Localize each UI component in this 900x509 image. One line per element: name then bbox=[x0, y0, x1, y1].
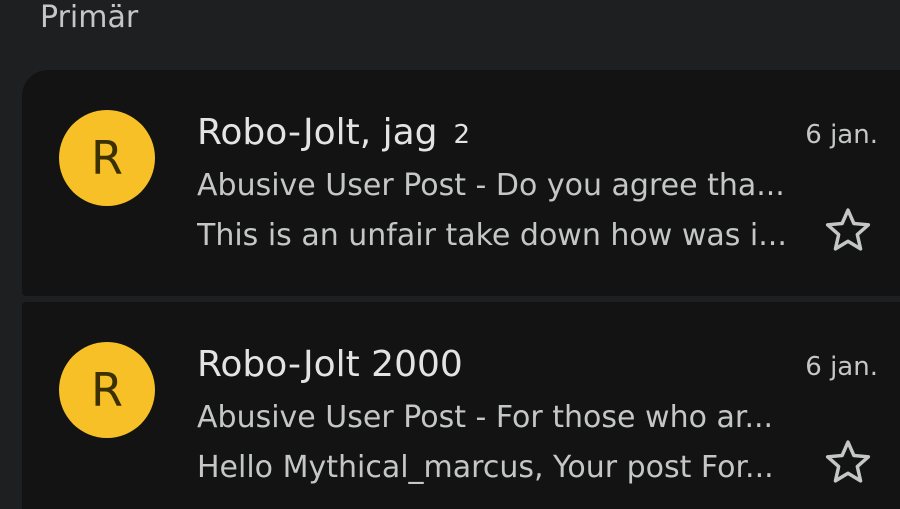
star-icon[interactable] bbox=[822, 436, 874, 488]
sender-avatar[interactable]: R bbox=[59, 110, 155, 206]
sender-line: Robo-Jolt, jag 2 bbox=[197, 110, 470, 156]
email-date: 6 jan. bbox=[805, 352, 878, 382]
sender-name: Robo-Jolt 2000 bbox=[197, 344, 463, 385]
inbox-screen: Primär R Robo-Jolt, jag 2 6 jan. Abusive … bbox=[0, 0, 900, 509]
star-outline-icon bbox=[825, 440, 871, 483]
sender-line: Robo-Jolt 2000 bbox=[197, 342, 463, 388]
email-date: 6 jan. bbox=[805, 120, 878, 150]
star-outline-icon bbox=[825, 208, 871, 251]
email-snippet: Hello Mythical_marcus, Your post For... bbox=[197, 450, 774, 485]
sender-name: Robo-Jolt, jag bbox=[197, 112, 438, 153]
sender-avatar[interactable]: R bbox=[59, 342, 155, 438]
section-title: Primär bbox=[40, 0, 139, 35]
email-subject: Abusive User Post - Do you agree tha... bbox=[197, 168, 785, 203]
email-list-item[interactable]: R Robo-Jolt, jag 2 6 jan. Abusive User Po… bbox=[22, 70, 900, 296]
email-subject: Abusive User Post - For those who ar... bbox=[197, 400, 774, 435]
star-icon[interactable] bbox=[822, 204, 874, 256]
thread-count: 2 bbox=[453, 120, 471, 150]
email-list-item[interactable]: R Robo-Jolt 2000 6 jan. Abusive User Pos… bbox=[22, 302, 900, 509]
email-snippet: This is an unfair take down how was i... bbox=[197, 218, 787, 253]
